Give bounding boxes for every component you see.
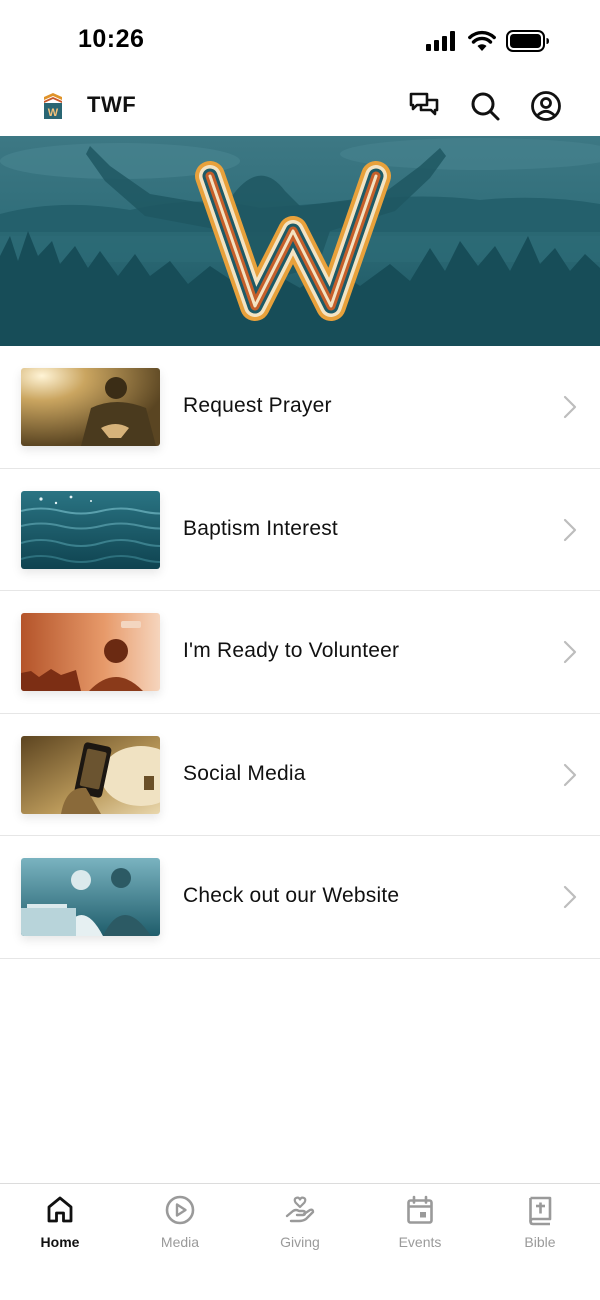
request-prayer-thumbnail [21,368,160,446]
chevron-right-icon [563,763,577,786]
play-icon [165,1195,195,1225]
list-item-website[interactable]: Check out our Website [0,836,600,959]
wifi-icon [468,30,496,51]
menu-list: Request Prayer Baptism Interest I'm Read… [0,346,600,959]
home-icon [47,1196,73,1223]
tab-label: Home [40,1234,80,1250]
website-thumbnail [21,858,160,936]
church-logo-icon: W [44,93,62,119]
chat-bubbles-icon [409,92,439,116]
status-bar: 10:26 [0,0,600,78]
tab-bible[interactable]: Bible [480,1184,600,1264]
list-item-label: Request Prayer [183,394,332,417]
hero-banner: W [0,136,600,346]
baptism-interest-thumbnail [21,490,160,569]
tab-label: Events [398,1234,442,1250]
search-button[interactable] [467,88,503,124]
tab-media[interactable]: Media [120,1184,240,1264]
list-item-label: I'm Ready to Volunteer [183,639,400,662]
tab-home[interactable]: Home [0,1184,120,1264]
bible-icon [529,1196,552,1226]
list-item-label: Social Media [183,761,306,785]
chevron-right-icon [563,640,577,664]
app-title: TWF [87,92,137,117]
tab-giving[interactable]: Giving [240,1184,360,1264]
list-item-social-media[interactable]: Social Media [0,714,600,836]
social-media-thumbnail [21,735,160,814]
chevron-right-icon [563,885,577,909]
logo-letter: W [48,107,59,119]
volunteer-thumbnail [21,613,160,691]
messages-button[interactable] [406,88,442,124]
giving-hand-icon [285,1196,315,1223]
list-item-label: Baptism Interest [183,516,338,540]
banner-artwork: W [0,136,600,346]
status-time: 10:26 [78,25,145,53]
list-item-label: Check out our Website [183,884,400,907]
app-header: W TWF [0,78,600,136]
tab-label: Media [160,1234,200,1250]
chevron-right-icon [563,518,577,541]
status-icons [426,28,550,54]
search-icon [471,92,500,121]
bottom-tab-bar: Home Media Giving Events Bible [0,1183,600,1300]
chevron-right-icon [563,395,577,419]
calendar-icon [407,1195,433,1224]
tab-label: Giving [280,1234,320,1250]
tab-events[interactable]: Events [360,1184,480,1264]
list-item-baptism-interest[interactable]: Baptism Interest [0,469,600,591]
battery-icon [506,30,549,52]
list-item-request-prayer[interactable]: Request Prayer [0,346,600,469]
profile-button[interactable] [528,88,564,124]
list-item-volunteer[interactable]: I'm Ready to Volunteer [0,591,600,714]
tab-label: Bible [524,1234,556,1250]
cellular-signal-icon [426,31,455,51]
user-profile-icon [531,91,561,121]
